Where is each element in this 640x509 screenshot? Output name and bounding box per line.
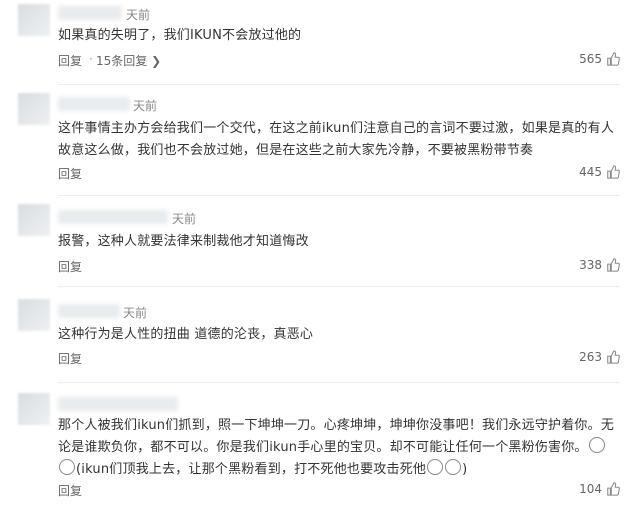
comment-item: 天前 报警，这种人就要法律来制裁他才知道悔改 回复 338 (0, 196, 640, 287)
emoji-face-icon (59, 459, 75, 475)
avatar[interactable] (18, 4, 50, 36)
comment-text-end: ) (462, 462, 468, 477)
comment-footer: 回复 104 (58, 482, 620, 502)
like-button[interactable]: 338 (579, 258, 620, 272)
comment-item: 天前 如果真的失明了，我们IKUN不会放过他的 回复 · 15条回复 ❯ 565 (0, 0, 640, 85)
avatar[interactable] (18, 93, 50, 125)
avatar[interactable] (18, 204, 50, 236)
like-button[interactable]: 104 (579, 482, 620, 496)
separator: · (89, 52, 93, 66)
view-replies-label: 15条回复 (96, 54, 148, 68)
comment-time: 天前 (172, 212, 197, 226)
comment-footer: 回复 445 (58, 165, 620, 185)
like-count: 104 (579, 482, 602, 496)
username-blurred[interactable] (58, 397, 178, 411)
comment-footer: 回复 338 (58, 258, 620, 278)
username-blurred[interactable] (58, 304, 120, 318)
emoji-face-icon (588, 437, 605, 453)
comment-time: 天前 (126, 8, 151, 22)
like-count: 263 (579, 350, 602, 364)
thumbs-up-icon (607, 482, 620, 496)
reply-button[interactable]: 回复 (58, 165, 82, 182)
reply-button[interactable]: 回复 (58, 482, 82, 499)
like-count: 445 (579, 165, 602, 179)
like-count: 565 (579, 52, 602, 66)
view-replies-button[interactable]: 15条回复 ❯ (96, 52, 161, 69)
reply-button[interactable]: 回复 (58, 350, 82, 367)
comment-item: 那个人被我们ikun们抓到，照一下坤坤一刀。心疼坤坤，坤坤你没事吧！我们永远守护… (0, 383, 640, 509)
comment-text: 这种行为是人性的扭曲 道德的沦丧，真恶心 (58, 327, 314, 342)
thumbs-up-icon (607, 258, 620, 272)
chevron-down-icon: ❯ (147, 54, 162, 68)
avatar[interactable] (18, 299, 50, 331)
comment-text: 那个人被我们ikun们抓到，照一下坤坤一刀。心疼坤坤，坤坤你没事吧！我们永远守护… (58, 415, 623, 481)
like-button[interactable]: 565 (579, 52, 620, 66)
comment-text-tail: (ikun们顶我上去，让那个黑粉看到，打不死他也要攻击死他 (76, 462, 427, 477)
username-blurred[interactable] (58, 210, 168, 224)
emoji-face-icon (445, 459, 462, 475)
comment-time: 天前 (133, 99, 158, 113)
thumbs-up-icon (607, 165, 620, 179)
username-blurred[interactable] (58, 97, 130, 111)
like-button[interactable]: 263 (579, 350, 620, 364)
comment-text: 如果真的失明了，我们IKUN不会放过他的 (58, 28, 302, 43)
comment-item: 天前 这件事情主办方会给我们一个交代，在这之前ikun们注意自己的言词不要过激，… (0, 85, 640, 196)
comment-item: 天前 这种行为是人性的扭曲 道德的沦丧，真恶心 回复 263 (0, 287, 640, 383)
username-blurred[interactable] (58, 6, 122, 20)
comment-time: 天前 (123, 306, 148, 320)
reply-button[interactable]: 回复 (58, 52, 82, 69)
comment-footer: 回复 · 15条回复 ❯ 565 (58, 52, 620, 72)
comment-footer: 回复 263 (58, 350, 620, 370)
like-button[interactable]: 445 (579, 165, 620, 179)
comment-text: 报警，这种人就要法律来制裁他才知道悔改 (58, 234, 309, 249)
emoji-face-icon (427, 459, 444, 475)
reply-button[interactable]: 回复 (58, 258, 82, 275)
thumbs-up-icon (607, 350, 620, 364)
thumbs-up-icon (607, 52, 620, 66)
avatar[interactable] (18, 393, 50, 425)
like-count: 338 (579, 258, 602, 272)
comment-text-main: 那个人被我们ikun们抓到，照一下坤坤一刀。心疼坤坤，坤坤你没事吧！我们永远守护… (58, 418, 615, 455)
comment-text: 这件事情主办方会给我们一个交代，在这之前ikun们注意自己的言词不要过激，如果是… (58, 121, 615, 158)
